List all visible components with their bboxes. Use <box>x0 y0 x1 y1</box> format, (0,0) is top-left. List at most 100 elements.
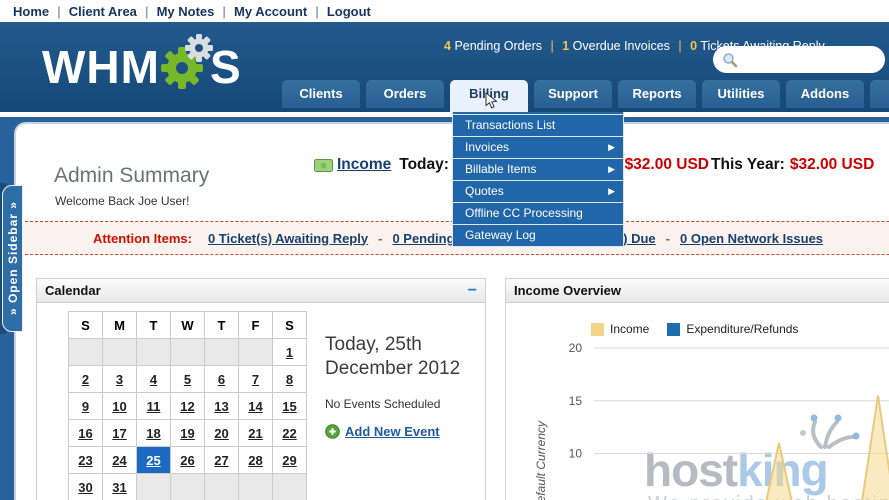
calendar-day[interactable]: 12 <box>180 399 194 414</box>
legend-swatch-expenditure <box>667 323 680 336</box>
add-new-event-link[interactable]: Add New Event <box>345 424 440 439</box>
submenu-arrow-icon: ▶ <box>608 181 615 202</box>
tab-reports[interactable]: Reports <box>618 80 696 108</box>
top-link-client-area[interactable]: Client Area <box>69 4 137 19</box>
billing-dropdown-menu: Transactions List Invoices▶ Billable Ite… <box>452 112 624 247</box>
calendar-day[interactable]: 29 <box>282 453 296 468</box>
menu-item-invoices[interactable]: Invoices▶ <box>453 136 623 158</box>
calendar-empty-cell <box>69 339 103 366</box>
chart-legend: Income Expenditure/Refunds <box>591 322 798 336</box>
income-overview-header: Income Overview − <box>506 279 889 303</box>
legend-label: Income <box>610 322 649 336</box>
overdue-invoices-label: Overdue Invoices <box>573 39 670 53</box>
calendar-side-info: Today, 25th December 2012 No Events Sche… <box>325 333 483 439</box>
calendar-day[interactable]: 18 <box>146 426 160 441</box>
calendar-day[interactable]: 13 <box>214 399 228 414</box>
calendar-day[interactable]: 17 <box>112 426 126 441</box>
calendar-day[interactable]: 4 <box>150 372 157 387</box>
page-title: Admin Summary <box>54 164 209 188</box>
calendar-empty-cell <box>239 474 273 500</box>
menu-item-offline-cc[interactable]: Offline CC Processing <box>453 202 623 224</box>
tab-partial[interactable] <box>870 80 889 108</box>
calendar-day[interactable]: 7 <box>252 372 259 387</box>
top-link-logout[interactable]: Logout <box>327 4 371 19</box>
calendar-day-header: M <box>103 312 137 339</box>
top-link-home[interactable]: Home <box>13 4 49 19</box>
calendar-day[interactable]: 6 <box>218 372 225 387</box>
calendar-empty-cell <box>137 474 171 500</box>
pending-orders-label: Pending Orders <box>454 39 542 53</box>
legend-item-income: Income <box>591 322 649 336</box>
menu-item-quotes[interactable]: Quotes ▶ <box>453 180 623 202</box>
calendar-day[interactable]: 9 <box>82 399 89 414</box>
calendar-day[interactable]: 31 <box>112 480 126 495</box>
menu-item-gateway-log[interactable]: Gateway Log <box>453 224 623 246</box>
calendar-day[interactable]: 2 <box>82 372 89 387</box>
divider: | <box>222 4 226 19</box>
calendar-day[interactable]: 27 <box>214 453 228 468</box>
attention-link-network-issues[interactable]: 0 Open Network Issues <box>680 231 823 246</box>
no-events-text: No Events Scheduled <box>325 397 483 411</box>
calendar-day[interactable]: 10 <box>112 399 126 414</box>
calendar-today-cell[interactable]: 25 <box>137 447 171 474</box>
content-wrapper: Admin Summary Welcome Back Joe User! Inc… <box>0 117 889 500</box>
attention-link-tickets[interactable]: 0 Ticket(s) Awaiting Reply <box>208 231 368 246</box>
tab-utilities[interactable]: Utilities <box>702 80 780 108</box>
search-input[interactable] <box>738 49 885 71</box>
money-icon <box>314 159 333 172</box>
tab-orders[interactable]: Orders <box>366 80 444 108</box>
divider: - <box>666 231 670 246</box>
calendar-day[interactable]: 11 <box>147 399 161 414</box>
calendar-day[interactable]: 1 <box>286 345 293 360</box>
calendar-day[interactable]: 19 <box>180 426 194 441</box>
main-nav-tabs: Clients Orders Billing Support Reports U… <box>282 80 889 112</box>
welcome-message: Welcome Back Joe User! <box>55 194 190 208</box>
calendar-day[interactable]: 20 <box>214 426 228 441</box>
open-sidebar-label: » Open Sidebar » <box>6 201 20 315</box>
svg-text:15: 15 <box>569 394 583 408</box>
menu-item-transactions-list[interactable]: Transactions List <box>453 114 623 136</box>
calendar-empty-cell <box>239 339 273 366</box>
collapse-icon[interactable]: − <box>468 282 477 300</box>
top-link-my-notes[interactable]: My Notes <box>157 4 215 19</box>
top-link-my-account[interactable]: My Account <box>234 4 307 19</box>
calendar-day[interactable]: 28 <box>248 453 262 468</box>
calendar-day[interactable]: 26 <box>180 453 194 468</box>
search-icon <box>722 52 738 68</box>
calendar-day-header: F <box>239 312 273 339</box>
income-link[interactable]: Income <box>337 156 391 174</box>
menu-item-label: Quotes <box>465 184 504 198</box>
tab-addons[interactable]: Addons <box>786 80 864 108</box>
income-overview-body: hostking We provide web hosti <box>506 303 889 500</box>
calendar-empty-cell <box>171 339 205 366</box>
tab-billing[interactable]: Billing <box>450 80 528 112</box>
income-year-value: $32.00 USD <box>790 156 874 174</box>
menu-item-billable-items[interactable]: Billable Items▶ <box>453 158 623 180</box>
calendar-day[interactable]: 22 <box>282 426 296 441</box>
logo-text-s: S <box>210 40 242 94</box>
calendar-day[interactable]: 14 <box>248 399 262 414</box>
tab-support[interactable]: Support <box>534 80 612 108</box>
menu-item-label: Transactions List <box>465 118 555 132</box>
open-sidebar-tab[interactable]: » Open Sidebar » <box>2 185 23 332</box>
calendar-day[interactable]: 24 <box>112 453 126 468</box>
calendar-day-header: T <box>137 312 171 339</box>
calendar-day[interactable]: 16 <box>78 426 92 441</box>
calendar-day[interactable]: 23 <box>78 453 92 468</box>
today-date-heading: Today, 25th December 2012 <box>325 333 483 381</box>
search-box[interactable] <box>713 46 885 73</box>
divider: | <box>145 4 149 19</box>
calendar-day[interactable]: 3 <box>116 372 123 387</box>
pending-orders-count: 4 <box>444 39 451 53</box>
calendar-day[interactable]: 8 <box>286 372 293 387</box>
calendar-day[interactable]: 30 <box>78 480 92 495</box>
tab-clients[interactable]: Clients <box>282 80 360 108</box>
logo-text-whm: WHM <box>42 40 160 94</box>
calendar-day[interactable]: 21 <box>248 426 262 441</box>
attention-label: Attention Items: <box>93 231 192 246</box>
calendar-day-today[interactable]: 25 <box>146 453 160 468</box>
calendar-day[interactable]: 15 <box>282 399 296 414</box>
income-overview-widget: Income Overview − hostking <box>505 278 889 500</box>
calendar-day[interactable]: 5 <box>184 372 191 387</box>
whmcs-logo: WHM <box>42 32 242 101</box>
